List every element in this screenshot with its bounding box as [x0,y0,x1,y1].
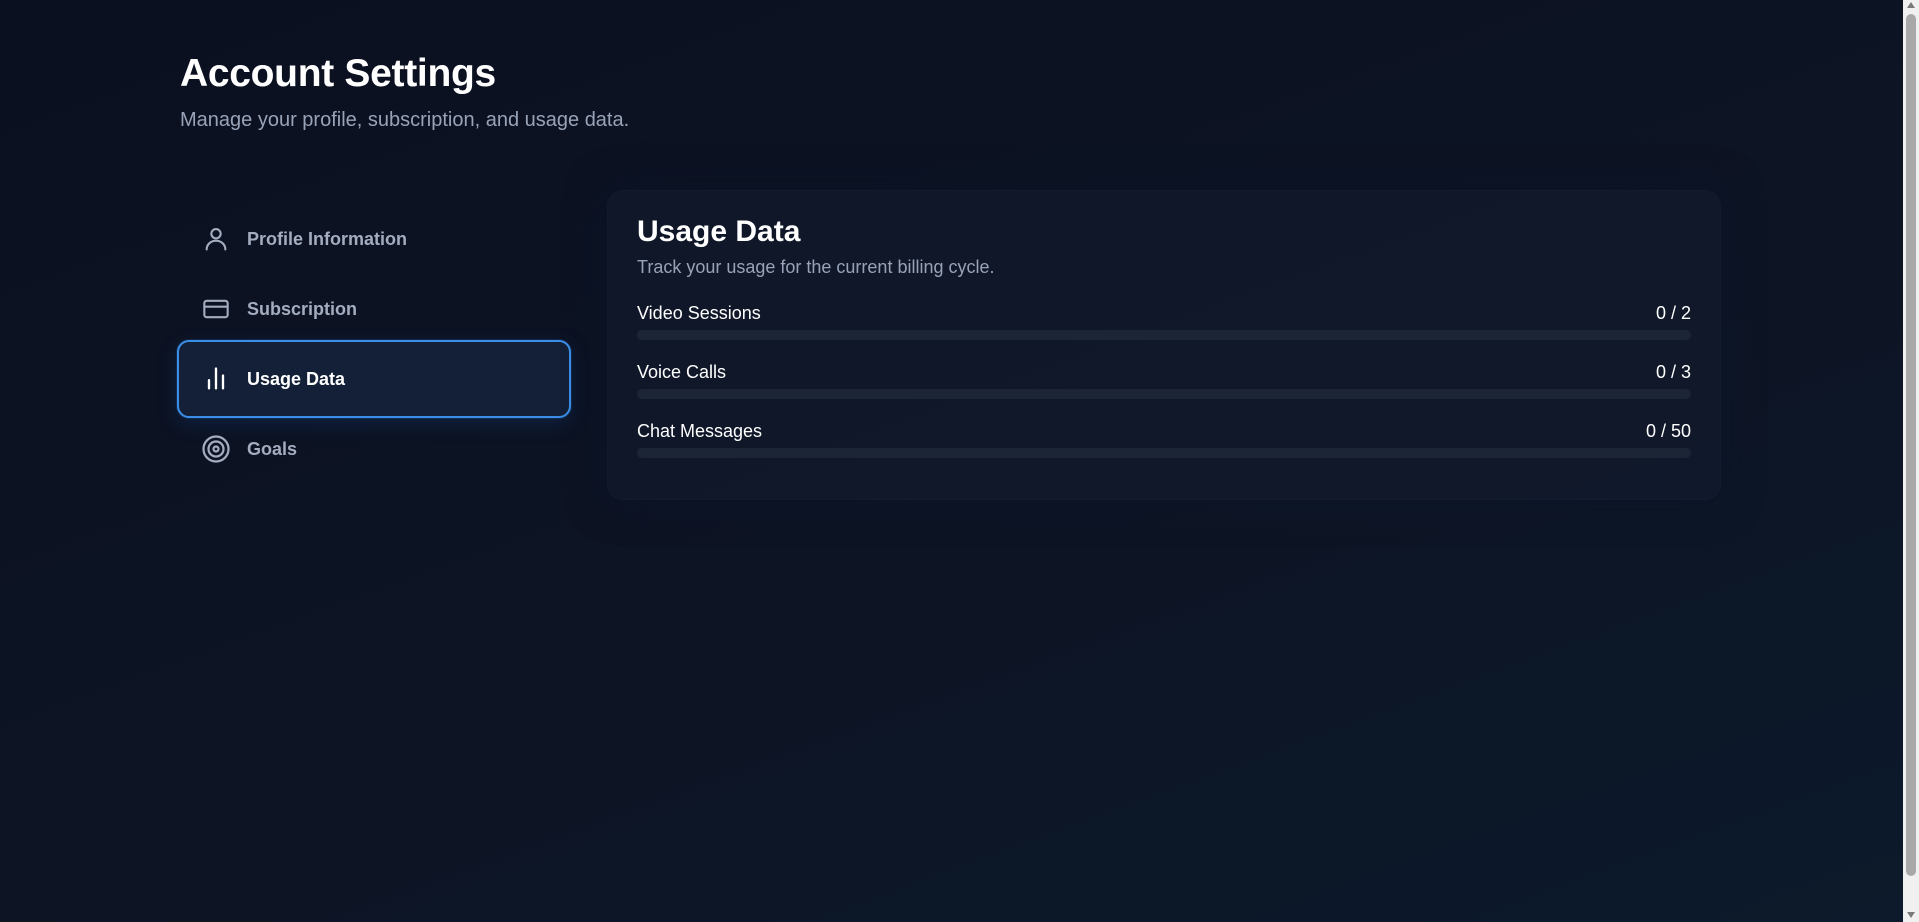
account-settings-page: Account Settings Manage your profile, su… [0,0,1903,922]
user-icon [201,224,231,254]
sidebar-item-label: Goals [247,438,298,459]
progress-track [637,330,1691,340]
scroll-up-arrow-icon[interactable] [1907,2,1915,8]
sidebar-item-label: Subscription [247,298,358,319]
sidebar-item-label: Profile Information [247,228,408,249]
target-icon [201,434,231,464]
scroll-thumb[interactable] [1906,14,1916,876]
usage-row-video-sessions: Video Sessions 0 / 2 [637,302,1691,340]
card-title: Usage Data [637,215,801,248]
sidebar-item-subscription[interactable]: Subscription [177,270,571,348]
sidebar-item-usage-data[interactable]: Usage Data [177,340,571,418]
card-subtitle: Track your usage for the current billing… [637,257,995,277]
bar-chart-icon [201,364,231,394]
credit-card-icon [201,294,231,324]
usage-row-voice-calls: Voice Calls 0 / 3 [637,361,1691,399]
sidebar-item-profile-information[interactable]: Profile Information [177,200,571,278]
usage-value: 0 / 3 [1655,362,1691,382]
usage-label: Video Sessions [637,303,761,323]
progress-track [637,389,1691,399]
scroll-down-arrow-icon[interactable] [1907,912,1915,918]
progress-track [637,448,1691,458]
page-scrollbar[interactable] [1903,0,1919,922]
usage-label: Voice Calls [637,362,727,382]
sidebar-item-label: Usage Data [247,368,346,389]
usage-row-chat-messages: Chat Messages 0 / 50 [637,420,1691,458]
usage-value: 0 / 50 [1645,421,1691,441]
usage-list: Video Sessions 0 / 2 Voice Calls 0 / 3 C… [637,302,1691,458]
sidebar-item-goals[interactable]: Goals [177,410,571,488]
usage-label: Chat Messages [637,421,763,441]
page-header: Account Settings Manage your profile, su… [180,50,629,132]
page-subtitle: Manage your profile, subscription, and u… [180,109,630,131]
usage-data-card: Usage Data Track your usage for the curr… [607,190,1721,500]
usage-value: 0 / 2 [1655,303,1691,323]
page-title: Account Settings [180,52,496,95]
settings-sidebar: Profile Information Subscription Usage D… [177,200,571,480]
